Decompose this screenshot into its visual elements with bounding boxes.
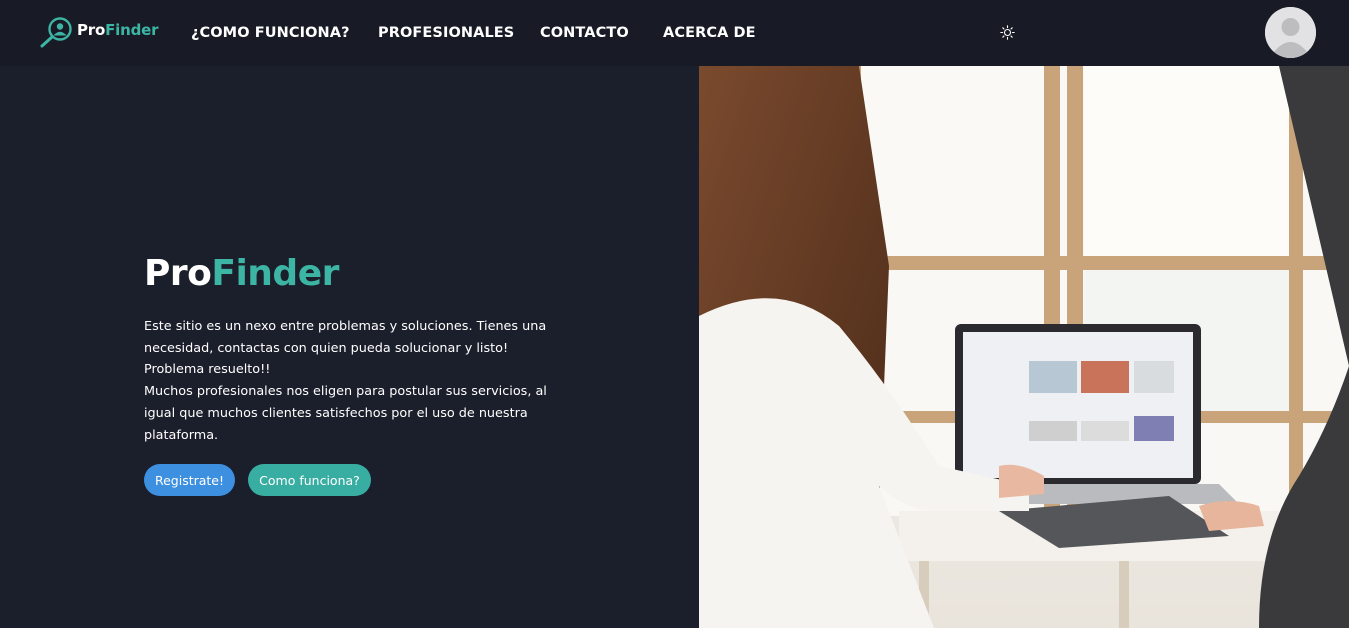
hero-title-finder: Finder [211,253,339,294]
how-it-works-button[interactable]: Como funciona? [248,464,371,496]
brand-logo[interactable]: ProFinder [38,16,158,48]
nav-acerca-de[interactable]: ACERCA DE [663,24,756,42]
hero-photo [699,66,1349,628]
brand-pro: Pro [77,21,106,39]
magnifier-user-icon [40,17,72,48]
user-avatar[interactable] [1265,7,1316,58]
brand-finder: Finder [105,21,159,39]
nav-como-funciona[interactable]: ¿COMO FUNCIONA? [191,24,350,42]
hero-paragraph-1: Este sitio es un nexo entre problemas y … [144,319,547,378]
hero-title-pro: Pro [144,253,212,294]
theme-toggle-button[interactable] [999,24,1016,41]
user-avatar-icon [1265,7,1316,58]
hero-title: ProFinder [144,252,339,296]
brand-name: ProFinder [77,21,158,39]
nav-profesionales[interactable]: PROFESIONALES [378,24,514,42]
navbar: ProFinder ¿COMO FUNCIONA? PROFESIONALES … [0,0,1349,66]
hero-paragraph-2: Muchos profesionales nos eligen para pos… [144,384,547,443]
hero-section: ProFinder Este sitio es un nexo entre pr… [0,66,699,628]
hero-photo-illustration [699,66,1349,628]
register-button[interactable]: Registrate! [144,464,235,496]
sun-icon [1000,25,1015,40]
nav-contacto[interactable]: CONTACTO [540,24,629,42]
hero-description: Este sitio es un nexo entre problemas y … [144,316,554,446]
